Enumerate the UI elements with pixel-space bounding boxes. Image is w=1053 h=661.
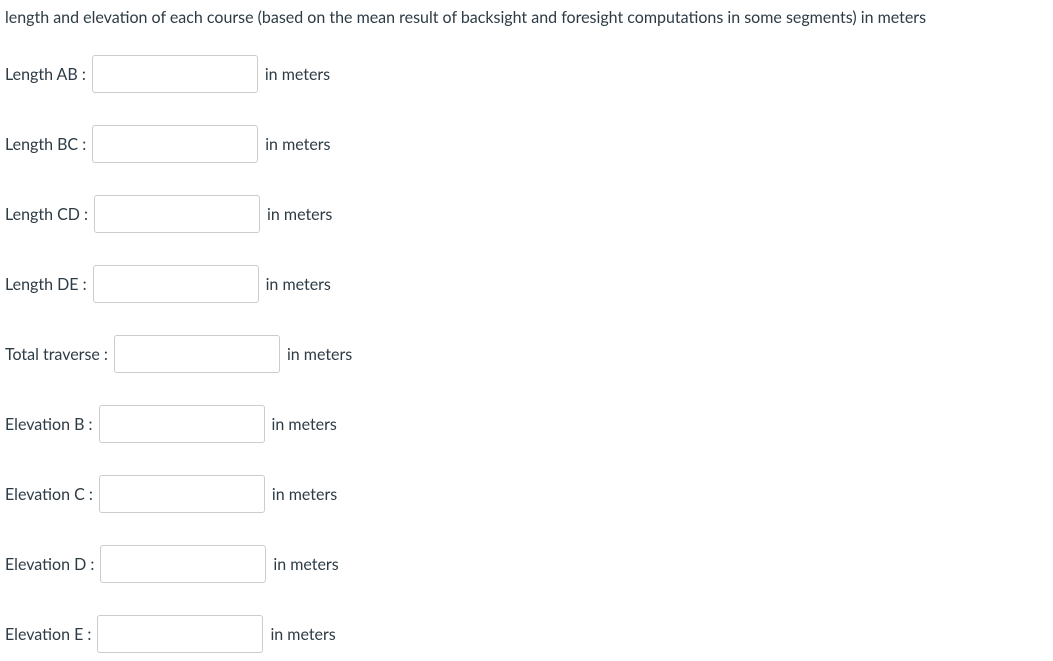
header-description: length and elevation of each course (bas… <box>5 8 1048 27</box>
input-elevation-d[interactable] <box>100 545 266 583</box>
field-row-elevation-c: Elevation C : in meters <box>5 475 1048 513</box>
label-elevation-b: Elevation B : <box>5 415 93 434</box>
label-elevation-d: Elevation D : <box>5 555 94 574</box>
input-length-cd[interactable] <box>94 195 260 233</box>
input-length-de[interactable] <box>93 265 259 303</box>
unit-elevation-b: in meters <box>272 415 337 434</box>
unit-length-cd: in meters <box>267 205 332 224</box>
unit-elevation-d: in meters <box>273 555 338 574</box>
field-row-elevation-d: Elevation D : in meters <box>5 545 1048 583</box>
label-length-ab: Length AB : <box>5 65 86 84</box>
input-total-traverse[interactable] <box>114 335 280 373</box>
label-length-bc: Length BC : <box>5 135 86 154</box>
field-row-total-traverse: Total traverse : in meters <box>5 335 1048 373</box>
input-elevation-e[interactable] <box>97 615 263 653</box>
input-length-bc[interactable] <box>92 125 258 163</box>
field-row-length-de: Length DE : in meters <box>5 265 1048 303</box>
input-elevation-b[interactable] <box>99 405 265 443</box>
field-row-length-ab: Length AB : in meters <box>5 55 1048 93</box>
unit-length-ab: in meters <box>265 65 330 84</box>
input-elevation-c[interactable] <box>99 475 265 513</box>
input-length-ab[interactable] <box>92 55 258 93</box>
field-row-length-bc: Length BC : in meters <box>5 125 1048 163</box>
label-total-traverse: Total traverse : <box>5 345 108 364</box>
unit-elevation-c: in meters <box>272 485 337 504</box>
unit-length-de: in meters <box>266 275 331 294</box>
field-row-length-cd: Length CD : in meters <box>5 195 1048 233</box>
label-length-de: Length DE : <box>5 275 87 294</box>
unit-total-traverse: in meters <box>287 345 352 364</box>
unit-length-bc: in meters <box>265 135 330 154</box>
label-elevation-c: Elevation C : <box>5 485 93 504</box>
field-row-elevation-b: Elevation B : in meters <box>5 405 1048 443</box>
label-length-cd: Length CD : <box>5 205 88 224</box>
field-row-elevation-e: Elevation E : in meters <box>5 615 1048 653</box>
